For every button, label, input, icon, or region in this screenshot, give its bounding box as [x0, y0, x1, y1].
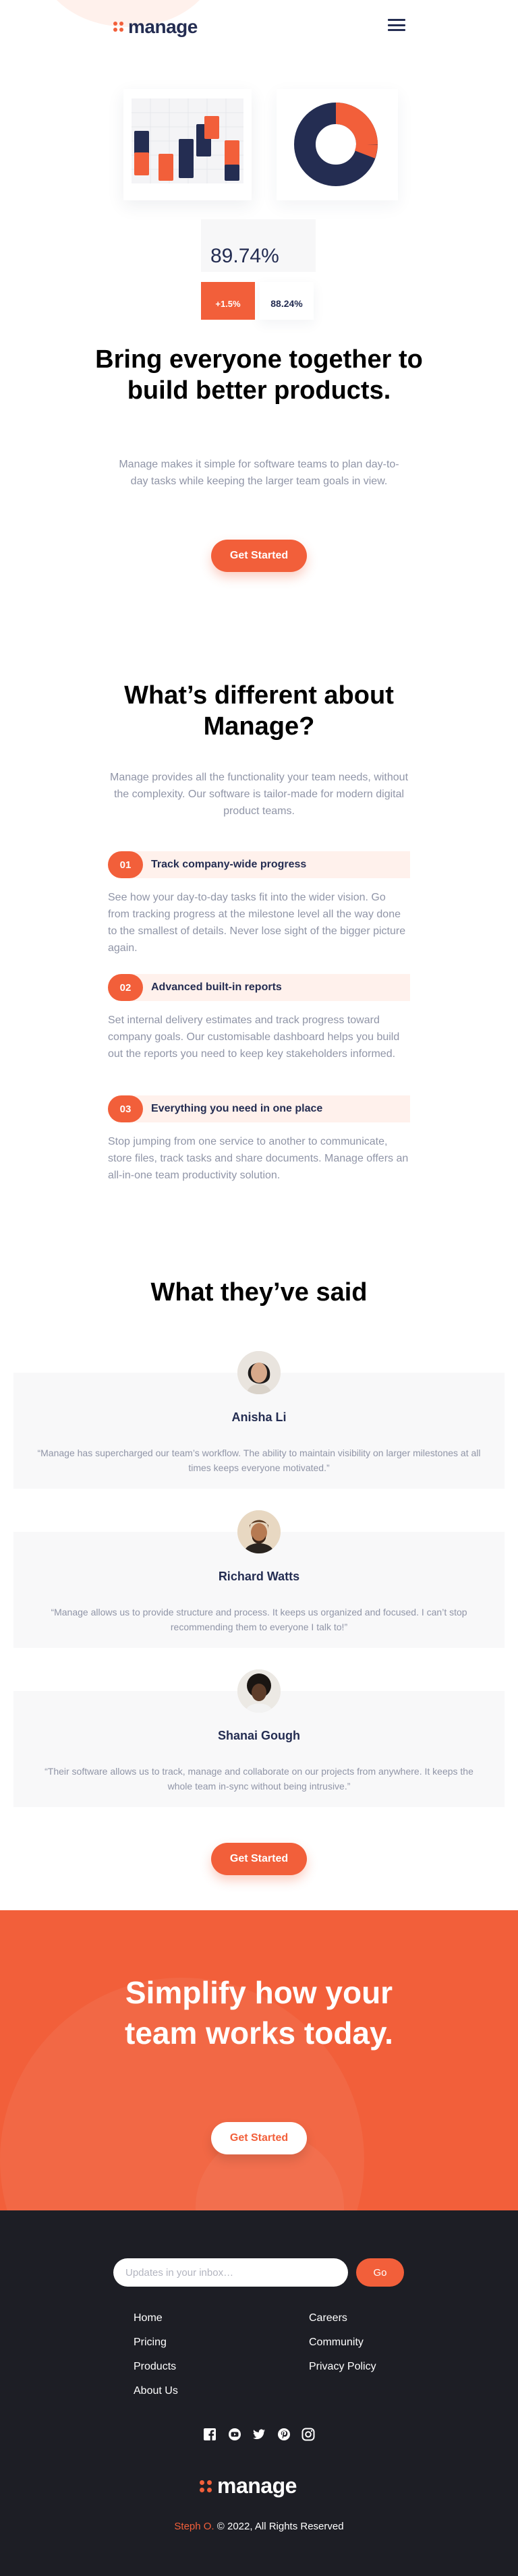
- pinterest-icon[interactable]: [276, 2426, 292, 2442]
- testimonial-quote: “Manage has supercharged our team’s work…: [37, 1448, 481, 1473]
- avatar: [237, 1510, 281, 1553]
- cta-title: Simplify how your team works today.: [125, 1975, 393, 2051]
- feature-header: 01 Track company-wide progress: [108, 851, 410, 878]
- instagram-icon[interactable]: [300, 2426, 316, 2442]
- cta-section: Simplify how your team works today. Get …: [0, 1910, 518, 2210]
- get-started-button[interactable]: Get Started: [211, 1843, 307, 1875]
- avatar: [237, 1669, 281, 1713]
- logo[interactable]: manage: [113, 16, 198, 38]
- footer-links-primary: Home Pricing Products About Us: [134, 2306, 178, 2403]
- twitter-icon[interactable]: [251, 2426, 267, 2442]
- site-footer: Go Home Pricing Products About Us Career…: [0, 2210, 518, 2576]
- feature-name: Advanced built-in reports: [151, 981, 282, 993]
- facebook-icon[interactable]: [202, 2426, 218, 2442]
- testimonial-name: Shanai Gough: [217, 1729, 300, 1742]
- logo-mark-icon: [200, 2480, 212, 2492]
- hero-description: Manage makes it simple for software team…: [119, 459, 399, 487]
- bar-chart-card: [123, 89, 252, 200]
- feature-description: Stop jumping from one service to another…: [108, 1136, 409, 1181]
- feature-number: 01: [108, 851, 143, 878]
- go-button[interactable]: Go: [356, 2258, 404, 2287]
- donut-chart-graphic: [294, 103, 378, 186]
- features-description: Manage provides all the functionality yo…: [109, 772, 409, 817]
- footer-links-secondary: Careers Community Privacy Policy: [309, 2306, 376, 2379]
- footer-link-privacy-policy[interactable]: Privacy Policy: [309, 2355, 376, 2379]
- hamburger-icon[interactable]: [388, 19, 405, 31]
- value-badge: 88.24%: [260, 282, 314, 320]
- footer-link-about-us[interactable]: About Us: [134, 2379, 178, 2403]
- feature-description: See how your day-to-day tasks fit into t…: [108, 892, 406, 954]
- footer-logo-text: manage: [217, 2473, 297, 2498]
- feature-number: 03: [108, 1095, 143, 1122]
- feature-name: Track company-wide progress: [151, 859, 307, 870]
- youtube-icon[interactable]: [227, 2426, 243, 2442]
- copyright-text: © 2022, All Rights Reserved: [217, 2521, 344, 2532]
- feature-number: 02: [108, 974, 143, 1001]
- features-title: What’s different about Manage?: [124, 681, 394, 741]
- social-links: [202, 2426, 316, 2442]
- footer-link-products[interactable]: Products: [134, 2355, 178, 2379]
- testimonial-name: Anisha Li: [231, 1410, 287, 1424]
- footer-logo[interactable]: manage: [200, 2473, 297, 2498]
- feature-item: 02 Advanced built-in reports Set interna…: [108, 974, 410, 1062]
- testimonial-name: Richard Watts: [218, 1570, 300, 1583]
- get-started-button[interactable]: Get Started: [211, 2122, 307, 2154]
- hero-illustration: 89.74% +1.5% 88.24%: [0, 81, 518, 337]
- feature-header: 03 Everything you need in one place: [108, 1095, 410, 1122]
- testimonial-card: Shanai Gough “Their software allows us t…: [13, 1669, 505, 1807]
- feature-item: 03 Everything you need in one place Stop…: [108, 1095, 410, 1184]
- feature-name: Everything you need in one place: [151, 1103, 323, 1114]
- cta-background-pattern: [0, 1978, 364, 2210]
- feature-header: 02 Advanced built-in reports: [108, 974, 410, 1001]
- page: manage 89.74% +1.5% 88.24% Bring everyon…: [0, 0, 518, 2576]
- hero-title: Bring everyone together to build better …: [95, 345, 423, 405]
- logo-text: manage: [128, 16, 198, 37]
- avatar: [237, 1351, 281, 1394]
- testimonials-title: What they’ve said: [150, 1278, 368, 1307]
- testimonial-card: Richard Watts “Manage allows us to provi…: [13, 1510, 505, 1648]
- donut-chart-card: [277, 89, 398, 200]
- footer-link-community[interactable]: Community: [309, 2330, 376, 2355]
- growth-badge: +1.5%: [201, 282, 255, 320]
- stat-value: 89.74%: [210, 245, 279, 267]
- testimonial-card: Anisha Li “Manage has supercharged our t…: [13, 1351, 505, 1489]
- feature-item: 01 Track company-wide progress See how y…: [108, 851, 410, 956]
- logo-mark-icon: [113, 22, 124, 32]
- stat-card: 89.74%: [201, 219, 316, 272]
- footer-link-home[interactable]: Home: [134, 2306, 178, 2330]
- copyright: Steph O. © 2022, All Rights Reserved: [0, 2521, 518, 2532]
- site-header: manage: [0, 0, 518, 54]
- footer-link-careers[interactable]: Careers: [309, 2306, 376, 2330]
- feature-description: Set internal delivery estimates and trac…: [108, 1014, 400, 1060]
- bar-chart-graphic: [132, 98, 243, 183]
- get-started-button[interactable]: Get Started: [211, 540, 307, 572]
- testimonial-quote: “Manage allows us to provide structure a…: [51, 1607, 467, 1632]
- newsletter-email-input[interactable]: [113, 2258, 348, 2287]
- copyright-author-link[interactable]: Steph O.: [174, 2521, 214, 2532]
- testimonial-quote: “Their software allows us to track, mana…: [45, 1766, 473, 1792]
- footer-link-pricing[interactable]: Pricing: [134, 2330, 178, 2355]
